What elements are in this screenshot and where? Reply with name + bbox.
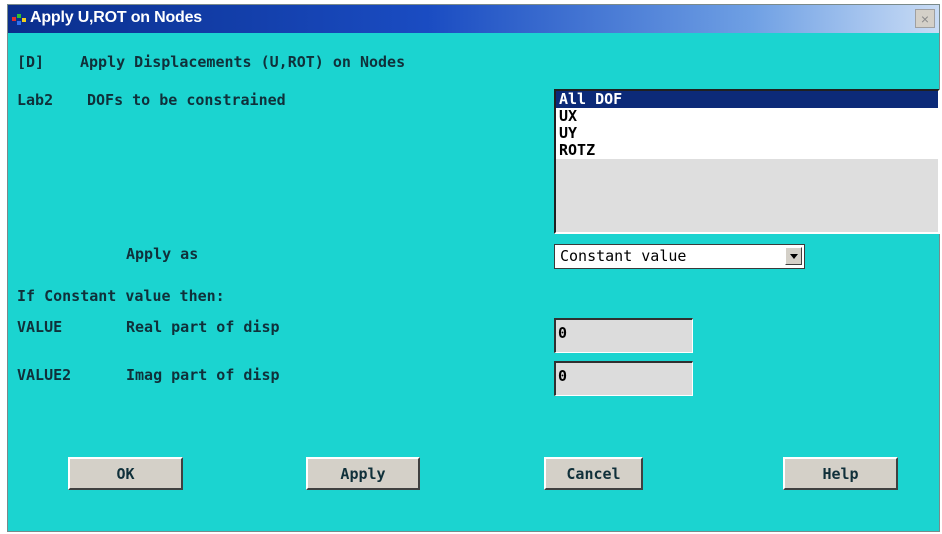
constant-heading: If Constant value then: [17, 287, 225, 305]
apply-as-value: Constant value [560, 247, 687, 265]
title-bar[interactable]: Apply U,ROT on Nodes × [8, 5, 939, 33]
list-item-rotz[interactable]: ROTZ [556, 142, 938, 159]
apply-button[interactable]: Apply [306, 457, 420, 490]
value-key: VALUE [17, 318, 63, 336]
dialog-heading: Apply Displacements (U,ROT) on Nodes [80, 53, 406, 71]
cancel-button[interactable]: Cancel [544, 457, 643, 490]
value2-key: VALUE2 [17, 366, 72, 384]
dof-listbox[interactable]: All DOF UX UY ROTZ [554, 89, 940, 234]
lab2-label: DOFs to be constrained [87, 91, 286, 109]
ok-button[interactable]: OK [68, 457, 183, 490]
list-item-uy[interactable]: UY [556, 125, 938, 142]
imag-disp-input[interactable]: 0 [554, 361, 693, 396]
apply-as-label: Apply as [126, 245, 199, 263]
command-tag: [D] [17, 53, 45, 71]
dialog-window: Apply U,ROT on Nodes × [D] Apply Displac… [7, 4, 940, 532]
lab2-key: Lab2 [17, 91, 54, 109]
close-icon: × [920, 10, 930, 27]
close-button[interactable]: × [915, 9, 935, 28]
chevron-down-icon[interactable] [785, 247, 802, 265]
value-label: Real part of disp [126, 318, 280, 336]
apply-as-select[interactable]: Constant value [554, 244, 805, 269]
list-item-ux[interactable]: UX [556, 108, 938, 125]
list-item-all-dof[interactable]: All DOF [556, 91, 938, 108]
window-title: Apply U,ROT on Nodes [30, 9, 203, 26]
value2-label: Imag part of disp [126, 366, 280, 384]
real-disp-input[interactable]: 0 [554, 318, 693, 353]
help-button[interactable]: Help [783, 457, 898, 490]
app-icon [12, 14, 26, 25]
